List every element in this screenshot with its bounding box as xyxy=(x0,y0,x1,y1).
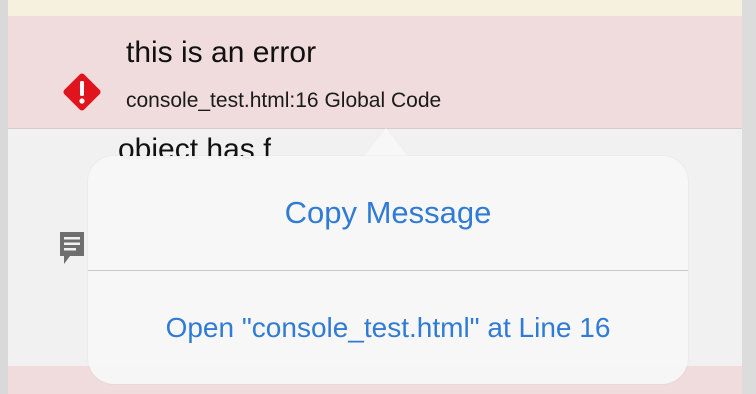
left-edge xyxy=(0,0,8,394)
error-source-link[interactable]: console_test.html:16 Global Code xyxy=(126,89,441,113)
warning-row-edge xyxy=(8,0,742,16)
open-source-button[interactable]: Open "console_test.html" at Line 16 xyxy=(88,271,688,384)
popover-arrow xyxy=(364,128,408,157)
error-message-text: this is an error xyxy=(126,36,317,69)
log-message-icon xyxy=(60,232,84,264)
console-error-message[interactable]: this is an error console_test.html:16 Gl… xyxy=(8,16,742,128)
error-diamond-icon xyxy=(63,73,101,111)
web-inspector-console: this is an error console_test.html:16 Gl… xyxy=(0,0,756,394)
right-edge xyxy=(742,0,756,394)
context-menu-popover: Copy Message Open "console_test.html" at… xyxy=(88,156,688,384)
copy-message-button[interactable]: Copy Message xyxy=(88,156,688,270)
